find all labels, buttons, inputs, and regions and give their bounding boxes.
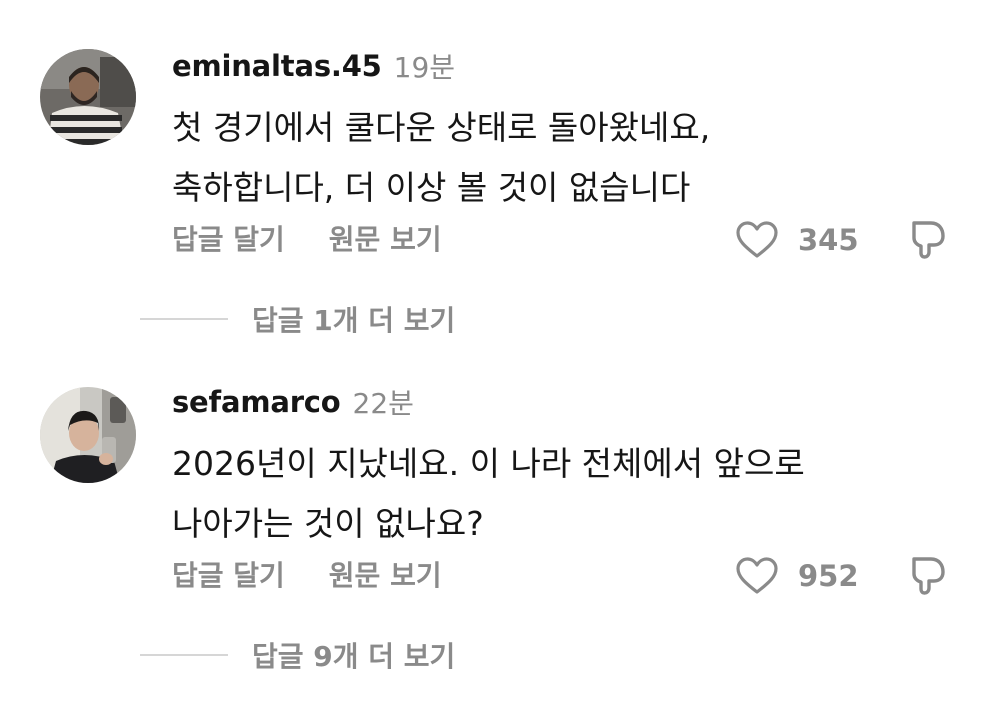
- comment-text-line: 나아가는 것이 없나요?: [172, 504, 484, 543]
- view-original-button[interactable]: 원문 보기: [329, 218, 442, 258]
- like-count: 345: [798, 223, 859, 257]
- comment-text-line: 2026년이 지났네요. 이 나라 전체에서 앞으로: [172, 444, 805, 483]
- like-button[interactable]: 345: [736, 218, 859, 262]
- comment-actions: 답글 달기 원문 보기: [172, 552, 442, 596]
- dislike-button[interactable]: [906, 553, 950, 597]
- divider-line: [140, 654, 228, 656]
- avatar[interactable]: [40, 387, 136, 483]
- reply-button[interactable]: 답글 달기: [172, 554, 285, 594]
- comment-header: eminaltas.45 19분: [172, 46, 455, 86]
- comment-text-line: 첫 경기에서 쿨다운 상태로 돌아왔네요,: [172, 108, 711, 147]
- view-original-button[interactable]: 원문 보기: [329, 554, 442, 594]
- view-more-replies[interactable]: 답글 1개 더 보기: [140, 297, 455, 341]
- reply-button[interactable]: 답글 달기: [172, 218, 285, 258]
- timestamp: 19분: [393, 51, 456, 84]
- view-more-replies-label[interactable]: 답글 1개 더 보기: [252, 299, 455, 339]
- thumbs-down-outline-icon: [912, 557, 945, 595]
- heart-outline-icon: [736, 557, 778, 594]
- username[interactable]: eminaltas.45: [172, 49, 382, 83]
- heart-outline-icon: [736, 221, 778, 258]
- view-more-replies-label[interactable]: 답글 9개 더 보기: [252, 635, 455, 675]
- avatar-photo-icon: [40, 49, 136, 145]
- like-button[interactable]: 952: [736, 554, 859, 598]
- comment-body: 2026년이 지났네요. 이 나라 전체에서 앞으로 나아가는 것이 없나요?: [172, 434, 952, 554]
- comment-actions: 답글 달기 원문 보기: [172, 216, 442, 260]
- timestamp: 22분: [352, 387, 414, 420]
- thumbs-down-outline-icon: [912, 221, 945, 259]
- avatar[interactable]: [40, 49, 136, 145]
- avatar-photo-icon: [40, 387, 136, 483]
- comment-text-line: 축하합니다, 더 이상 볼 것이 없습니다: [172, 168, 691, 207]
- comment-body: 첫 경기에서 쿨다운 상태로 돌아왔네요, 축하합니다, 더 이상 볼 것이 없…: [172, 98, 952, 218]
- dislike-button[interactable]: [906, 217, 950, 261]
- username[interactable]: sefamarco: [172, 385, 341, 419]
- comment-header: sefamarco 22분: [172, 382, 414, 422]
- like-count: 952: [798, 559, 859, 593]
- divider-line: [140, 318, 228, 320]
- view-more-replies[interactable]: 답글 9개 더 보기: [140, 633, 455, 677]
